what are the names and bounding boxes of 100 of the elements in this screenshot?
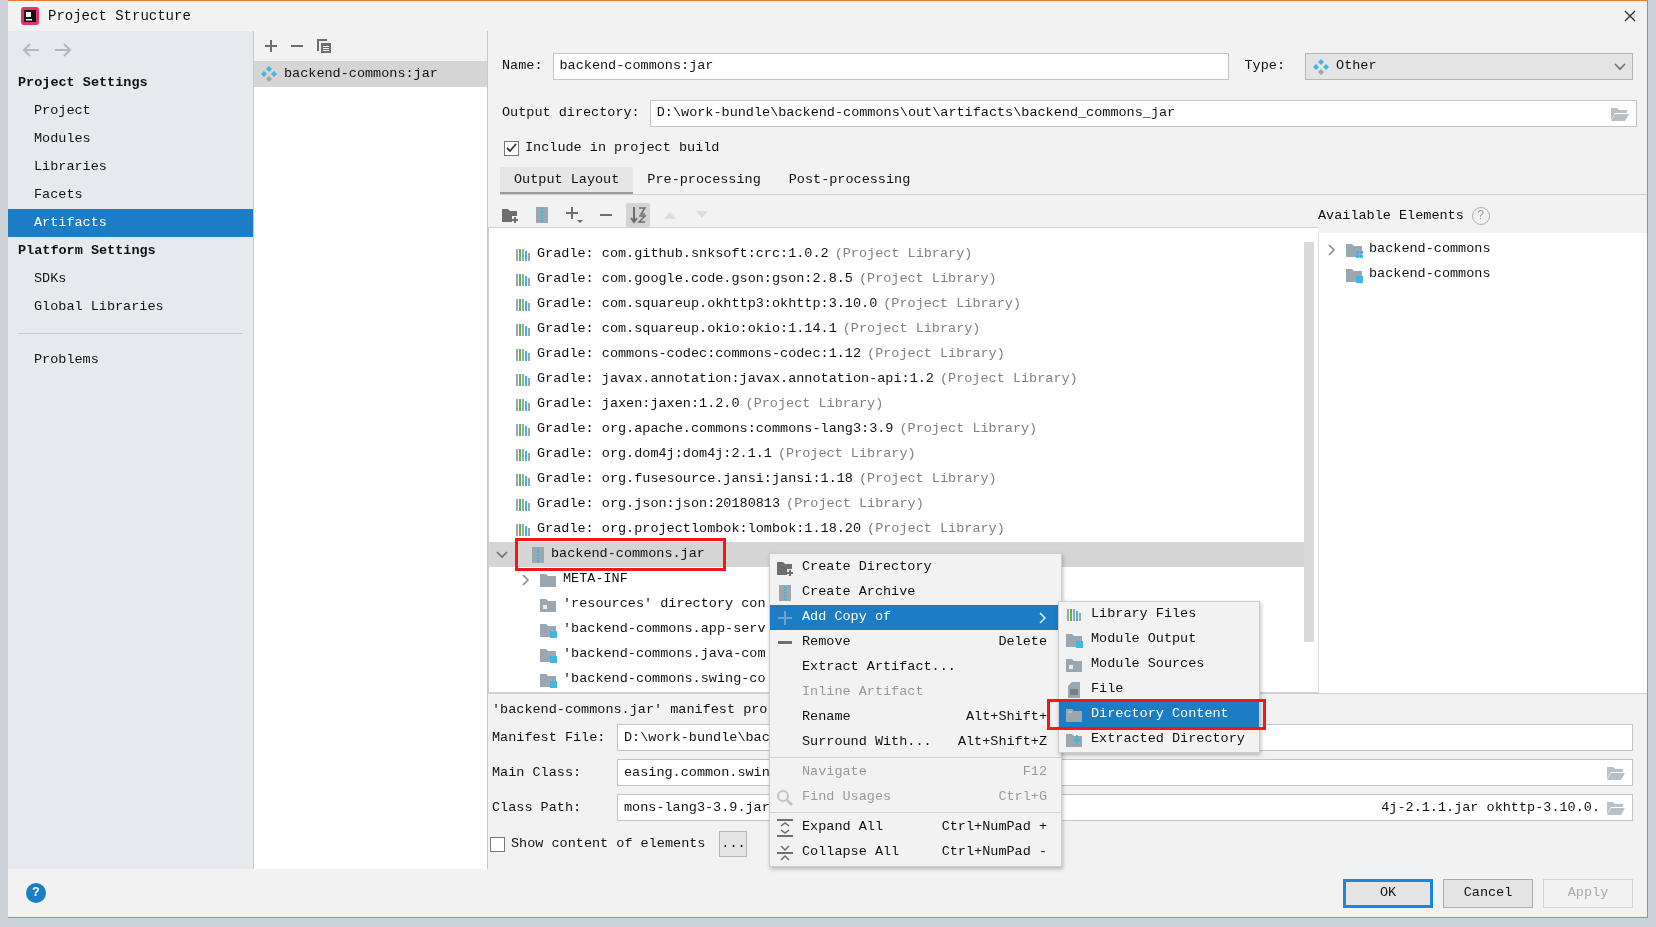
folder-icon xyxy=(1065,706,1083,723)
menu-item[interactable]: Expand All Ctrl+NumPad + xyxy=(770,815,1061,840)
folder-icon[interactable] xyxy=(1610,105,1630,122)
checkbox-label: Include in project build xyxy=(525,138,720,157)
tree-item-label: 'backend-commons.app-serv xyxy=(563,620,766,639)
menu-item[interactable]: Collapse All Ctrl+NumPad - xyxy=(770,840,1061,865)
tree-item-label[interactable]: backend-commons xyxy=(1369,264,1491,285)
tree-item-note: (Project Library) xyxy=(867,520,1005,539)
module-folder-icon xyxy=(1345,266,1363,283)
expand-all-icon xyxy=(776,818,794,837)
field-label: Type: xyxy=(1244,57,1286,76)
add-icon[interactable] xyxy=(264,39,278,53)
module-folder-icon xyxy=(539,671,557,688)
tree-item-note: (Project Library) xyxy=(777,445,916,464)
sidebar-item[interactable]: SDKs xyxy=(8,265,253,293)
menu-item[interactable]: Module Output xyxy=(1059,627,1259,652)
add-icon xyxy=(565,206,583,224)
sidebar-item[interactable]: Project xyxy=(8,97,253,125)
close-icon[interactable] xyxy=(1623,9,1637,23)
dialog-button[interactable]: OK xyxy=(1343,878,1433,908)
dialog-button[interactable]: Cancel xyxy=(1443,878,1533,908)
tree-item-label: Gradle: javax.annotation:javax.annotation-api:1.2 xyxy=(537,370,934,389)
menu-item[interactable]: Create Directory xyxy=(770,555,1061,580)
menu-item[interactable]: Remove Delete xyxy=(770,630,1061,655)
artifact-item[interactable]: backend-commons:jar xyxy=(254,61,487,87)
menu-item[interactable]: File xyxy=(1059,677,1259,702)
app-icon xyxy=(20,6,40,26)
tree-item-note: (Project Library) xyxy=(834,245,973,264)
menu-item[interactable]: Add Copy of xyxy=(770,605,1061,630)
tree-item-label: Gradle: org.json:json:20180813 xyxy=(537,495,781,514)
tree-item-label[interactable]: backend-commons xyxy=(1369,239,1491,260)
archive-icon xyxy=(778,583,792,602)
library-icon xyxy=(515,321,531,338)
menu-item[interactable]: Create Archive xyxy=(770,580,1061,605)
menu-item[interactable]: Library Files xyxy=(1059,602,1259,627)
artifact-icon xyxy=(260,65,278,83)
field-label: Main Class: xyxy=(492,763,583,782)
tree-item-label: META-INF xyxy=(563,570,628,589)
tree-item-label: Gradle: commons-codec:commons-codec:1.12 xyxy=(537,345,862,364)
menu-item[interactable]: Module Sources xyxy=(1059,652,1259,677)
checkbox[interactable] xyxy=(504,140,519,156)
folder-icon xyxy=(1065,656,1083,673)
menu-item-label: Create Directory xyxy=(802,558,933,577)
sidebar-item[interactable]: Libraries xyxy=(8,153,253,181)
tab[interactable]: Pre-processing xyxy=(633,167,775,194)
menu-item[interactable]: Surround With... Alt+Shift+Z xyxy=(770,730,1061,755)
chevron-right-icon[interactable] xyxy=(1327,243,1337,256)
library-icon xyxy=(515,446,531,463)
help-button[interactable]: ? xyxy=(26,883,46,903)
dropdown-value: Other xyxy=(1336,57,1378,76)
shortcut-label: Alt+Shift+Z xyxy=(957,733,1047,752)
menu-item[interactable]: Extracted Directory xyxy=(1059,727,1259,752)
copy-icon[interactable] xyxy=(316,38,332,54)
tree-item-note: (Project Library) xyxy=(786,495,924,514)
tree-item-label: Gradle: org.fusesource.jansi:jansi:1.18 xyxy=(537,470,853,489)
menu-item-label: Library Files xyxy=(1091,605,1198,624)
tab[interactable]: Output Layout xyxy=(500,167,634,194)
toolbar-button[interactable] xyxy=(626,203,650,227)
menu-item[interactable]: Directory Content xyxy=(1059,702,1259,727)
field-label: Output directory: xyxy=(502,104,640,123)
folder-icon[interactable] xyxy=(1606,764,1626,781)
checkbox[interactable] xyxy=(490,836,505,852)
chevron-down-icon xyxy=(1614,61,1626,72)
menu-item[interactable]: Extract Artifact... xyxy=(770,655,1061,680)
tree-item-label: 'backend-commons.java-com xyxy=(563,645,766,664)
sidebar-item[interactable]: Facets xyxy=(8,181,253,209)
field-value: D:\work-bundle\bac xyxy=(624,728,770,747)
tree-item-label: Gradle: org.dom4j:dom4j:2.1.1 xyxy=(537,445,772,464)
type-dropdown[interactable]: Other xyxy=(1305,53,1633,80)
chevron-right-icon[interactable] xyxy=(521,573,531,586)
chevron-down-icon[interactable] xyxy=(496,549,508,560)
tree-item-label: Gradle: com.squareup.okhttp3:okhttp:3.10.0 xyxy=(537,295,878,314)
sidebar-item[interactable]: Artifacts xyxy=(8,209,253,237)
folder-icon[interactable] xyxy=(1606,799,1626,816)
scrollbar[interactable] xyxy=(1304,242,1314,642)
new-folder-icon xyxy=(776,559,794,576)
sidebar-item[interactable]: Global Libraries xyxy=(8,293,253,321)
sidebar-item[interactable]: Problems xyxy=(8,346,253,374)
field-value: mons-lang3-3.9.jar xyxy=(624,798,770,817)
menu-item-label: File xyxy=(1091,680,1125,699)
field-value: D:\work-bundle\backend-commons\out\artifacts\backend_commons_jar xyxy=(656,104,1176,123)
library-icon xyxy=(515,371,531,388)
menu-item-label: Collapse All xyxy=(802,843,901,862)
menu-item-label: Module Output xyxy=(1091,630,1198,649)
field-label: Manifest File: xyxy=(492,728,607,747)
tree-item-label: 'backend-commons.swing-co xyxy=(563,670,766,689)
tree-item-note: (Project Library) xyxy=(858,470,997,489)
tab[interactable]: Post-processing xyxy=(774,167,925,194)
library-icon xyxy=(515,271,531,288)
library-icon xyxy=(515,521,531,538)
input-field[interactable]: D:\work-bundle\backend-commons\out\artifacts\backend_commons_jar xyxy=(649,100,1637,127)
tree-item-label: Gradle: org.projectlombok:lombok:1.18.20 xyxy=(537,520,862,539)
field-value: easing.common.swin xyxy=(624,763,770,782)
more-button[interactable]: ... xyxy=(719,831,748,858)
module-folder-icon xyxy=(539,646,557,663)
menu-item-label: Surround With... xyxy=(802,733,933,752)
input-field[interactable]: backend-commons:jar xyxy=(552,53,1229,80)
menu-item-label: Directory Content xyxy=(1091,705,1230,724)
sidebar-item[interactable]: Modules xyxy=(8,125,253,153)
library-icon xyxy=(515,421,531,438)
